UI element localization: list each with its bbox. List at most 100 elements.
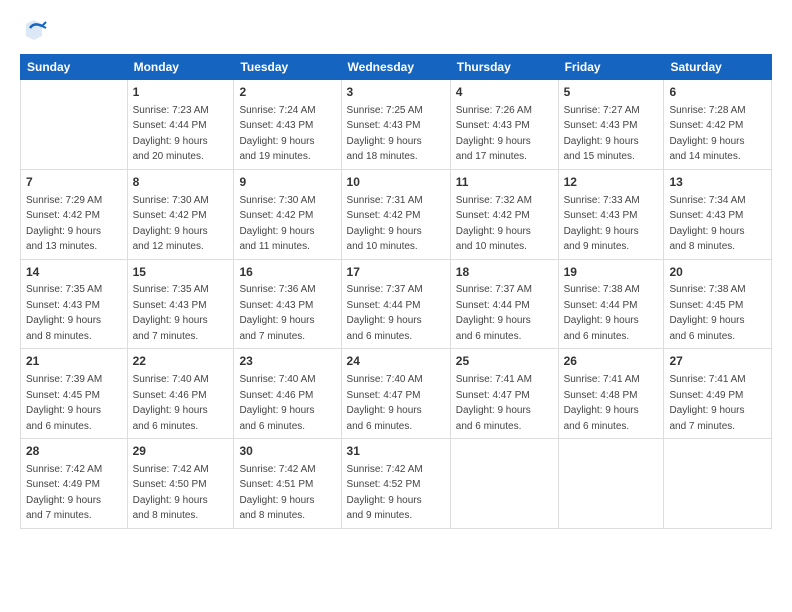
- day-number: 31: [347, 443, 445, 460]
- day-number: 16: [239, 264, 335, 281]
- calendar-week-1: 1 Sunrise: 7:23 AM Sunset: 4:44 PM Daylig…: [21, 80, 772, 170]
- day-number: 27: [669, 353, 766, 370]
- day-number: 2: [239, 84, 335, 101]
- day-number: 21: [26, 353, 122, 370]
- weekday-header-thursday: Thursday: [450, 55, 558, 80]
- day-info: Sunrise: 7:37 AM Sunset: 4:44 PM Dayligh…: [456, 284, 532, 342]
- day-number: 28: [26, 443, 122, 460]
- day-info: Sunrise: 7:38 AM Sunset: 4:44 PM Dayligh…: [564, 284, 640, 342]
- day-number: 24: [347, 353, 445, 370]
- day-info: Sunrise: 7:38 AM Sunset: 4:45 PM Dayligh…: [669, 284, 745, 342]
- header: [20, 16, 772, 44]
- day-number: 3: [347, 84, 445, 101]
- day-info: Sunrise: 7:42 AM Sunset: 4:52 PM Dayligh…: [347, 464, 423, 522]
- calendar-cell: 11Sunrise: 7:32 AM Sunset: 4:42 PM Dayli…: [450, 169, 558, 259]
- calendar-cell: 23 Sunrise: 7:40 AM Sunset: 4:46 PM Dayli…: [234, 349, 341, 439]
- calendar-cell: 30 Sunrise: 7:42 AM Sunset: 4:51 PM Dayli…: [234, 439, 341, 529]
- day-info: Sunrise: 7:26 AM Sunset: 4:43 PM Dayligh…: [456, 105, 532, 163]
- weekday-header-friday: Friday: [558, 55, 664, 80]
- calendar-header: SundayMondayTuesdayWednesdayThursdayFrid…: [21, 55, 772, 80]
- day-info: Sunrise: 7:23 AM Sunset: 4:44 PM Dayligh…: [133, 105, 209, 163]
- weekday-header-sunday: Sunday: [21, 55, 128, 80]
- day-number: 30: [239, 443, 335, 460]
- day-number: 13: [669, 174, 766, 191]
- calendar-table: SundayMondayTuesdayWednesdayThursdayFrid…: [20, 54, 772, 529]
- weekday-header-monday: Monday: [127, 55, 234, 80]
- day-info: Sunrise: 7:40 AM Sunset: 4:47 PM Dayligh…: [347, 374, 423, 432]
- weekday-header-tuesday: Tuesday: [234, 55, 341, 80]
- day-number: 19: [564, 264, 659, 281]
- weekday-header-wednesday: Wednesday: [341, 55, 450, 80]
- day-number: 12: [564, 174, 659, 191]
- calendar-cell: 3 Sunrise: 7:25 AM Sunset: 4:43 PM Daylig…: [341, 80, 450, 170]
- day-info: Sunrise: 7:30 AM Sunset: 4:42 PM Dayligh…: [133, 195, 209, 253]
- calendar-cell: 2 Sunrise: 7:24 AM Sunset: 4:43 PM Daylig…: [234, 80, 341, 170]
- calendar-cell: 5Sunrise: 7:27 AM Sunset: 4:43 PM Daylig…: [558, 80, 664, 170]
- day-info: Sunrise: 7:41 AM Sunset: 4:47 PM Dayligh…: [456, 374, 532, 432]
- calendar-cell: 7 Sunrise: 7:29 AM Sunset: 4:42 PM Daylig…: [21, 169, 128, 259]
- day-info: Sunrise: 7:42 AM Sunset: 4:50 PM Dayligh…: [133, 464, 209, 522]
- day-number: 29: [133, 443, 229, 460]
- day-info: Sunrise: 7:32 AM Sunset: 4:42 PM Dayligh…: [456, 195, 532, 253]
- day-number: 8: [133, 174, 229, 191]
- day-number: 6: [669, 84, 766, 101]
- calendar-week-4: 21 Sunrise: 7:39 AM Sunset: 4:45 PM Dayli…: [21, 349, 772, 439]
- day-info: Sunrise: 7:37 AM Sunset: 4:44 PM Dayligh…: [347, 284, 423, 342]
- day-number: 20: [669, 264, 766, 281]
- calendar-cell: [558, 439, 664, 529]
- calendar-cell: 19 Sunrise: 7:38 AM Sunset: 4:44 PM Dayli…: [558, 259, 664, 349]
- weekday-header-saturday: Saturday: [664, 55, 772, 80]
- calendar-cell: [450, 439, 558, 529]
- day-info: Sunrise: 7:30 AM Sunset: 4:42 PM Dayligh…: [239, 195, 315, 253]
- day-info: Sunrise: 7:25 AM Sunset: 4:43 PM Dayligh…: [347, 105, 423, 163]
- calendar-cell: 22 Sunrise: 7:40 AM Sunset: 4:46 PM Dayli…: [127, 349, 234, 439]
- logo-icon: [20, 16, 48, 44]
- day-info: Sunrise: 7:24 AM Sunset: 4:43 PM Dayligh…: [239, 105, 315, 163]
- day-number: 18: [456, 264, 553, 281]
- calendar-cell: 25Sunrise: 7:41 AM Sunset: 4:47 PM Dayli…: [450, 349, 558, 439]
- calendar-body: 1 Sunrise: 7:23 AM Sunset: 4:44 PM Daylig…: [21, 80, 772, 529]
- calendar-week-3: 14 Sunrise: 7:35 AM Sunset: 4:43 PM Dayli…: [21, 259, 772, 349]
- calendar-cell: 6 Sunrise: 7:28 AM Sunset: 4:42 PM Daylig…: [664, 80, 772, 170]
- page-container: SundayMondayTuesdayWednesdayThursdayFrid…: [0, 0, 792, 612]
- day-info: Sunrise: 7:29 AM Sunset: 4:42 PM Dayligh…: [26, 195, 102, 253]
- day-info: Sunrise: 7:40 AM Sunset: 4:46 PM Dayligh…: [133, 374, 209, 432]
- day-number: 23: [239, 353, 335, 370]
- day-number: 17: [347, 264, 445, 281]
- day-number: 14: [26, 264, 122, 281]
- day-info: Sunrise: 7:31 AM Sunset: 4:42 PM Dayligh…: [347, 195, 423, 253]
- day-number: 5: [564, 84, 659, 101]
- day-info: Sunrise: 7:42 AM Sunset: 4:51 PM Dayligh…: [239, 464, 315, 522]
- day-info: Sunrise: 7:33 AM Sunset: 4:43 PM Dayligh…: [564, 195, 640, 253]
- calendar-cell: 1 Sunrise: 7:23 AM Sunset: 4:44 PM Daylig…: [127, 80, 234, 170]
- day-info: Sunrise: 7:42 AM Sunset: 4:49 PM Dayligh…: [26, 464, 102, 522]
- calendar-cell: 29 Sunrise: 7:42 AM Sunset: 4:50 PM Dayli…: [127, 439, 234, 529]
- day-info: Sunrise: 7:35 AM Sunset: 4:43 PM Dayligh…: [133, 284, 209, 342]
- day-info: Sunrise: 7:28 AM Sunset: 4:42 PM Dayligh…: [669, 105, 745, 163]
- calendar-cell: 4Sunrise: 7:26 AM Sunset: 4:43 PM Daylig…: [450, 80, 558, 170]
- day-info: Sunrise: 7:36 AM Sunset: 4:43 PM Dayligh…: [239, 284, 315, 342]
- weekday-header-row: SundayMondayTuesdayWednesdayThursdayFrid…: [21, 55, 772, 80]
- calendar-cell: 8 Sunrise: 7:30 AM Sunset: 4:42 PM Daylig…: [127, 169, 234, 259]
- day-number: 10: [347, 174, 445, 191]
- day-info: Sunrise: 7:40 AM Sunset: 4:46 PM Dayligh…: [239, 374, 315, 432]
- calendar-week-2: 7 Sunrise: 7:29 AM Sunset: 4:42 PM Daylig…: [21, 169, 772, 259]
- calendar-cell: [664, 439, 772, 529]
- day-number: 26: [564, 353, 659, 370]
- calendar-cell: 17 Sunrise: 7:37 AM Sunset: 4:44 PM Dayli…: [341, 259, 450, 349]
- day-info: Sunrise: 7:41 AM Sunset: 4:49 PM Dayligh…: [669, 374, 745, 432]
- day-number: 1: [133, 84, 229, 101]
- day-number: 22: [133, 353, 229, 370]
- day-number: 7: [26, 174, 122, 191]
- calendar-cell: 14Sunrise: 7:35 AM Sunset: 4:43 PM Dayli…: [21, 259, 128, 349]
- calendar-cell: 21 Sunrise: 7:39 AM Sunset: 4:45 PM Dayli…: [21, 349, 128, 439]
- calendar-cell: 10 Sunrise: 7:31 AM Sunset: 4:42 PM Dayli…: [341, 169, 450, 259]
- calendar-cell: 20 Sunrise: 7:38 AM Sunset: 4:45 PM Dayli…: [664, 259, 772, 349]
- calendar-cell: [21, 80, 128, 170]
- calendar-cell: 13Sunrise: 7:34 AM Sunset: 4:43 PM Dayli…: [664, 169, 772, 259]
- calendar-cell: 28 Sunrise: 7:42 AM Sunset: 4:49 PM Dayli…: [21, 439, 128, 529]
- calendar-cell: 18 Sunrise: 7:37 AM Sunset: 4:44 PM Dayli…: [450, 259, 558, 349]
- day-info: Sunrise: 7:39 AM Sunset: 4:45 PM Dayligh…: [26, 374, 102, 432]
- calendar-cell: 26Sunrise: 7:41 AM Sunset: 4:48 PM Dayli…: [558, 349, 664, 439]
- calendar-cell: 15Sunrise: 7:35 AM Sunset: 4:43 PM Dayli…: [127, 259, 234, 349]
